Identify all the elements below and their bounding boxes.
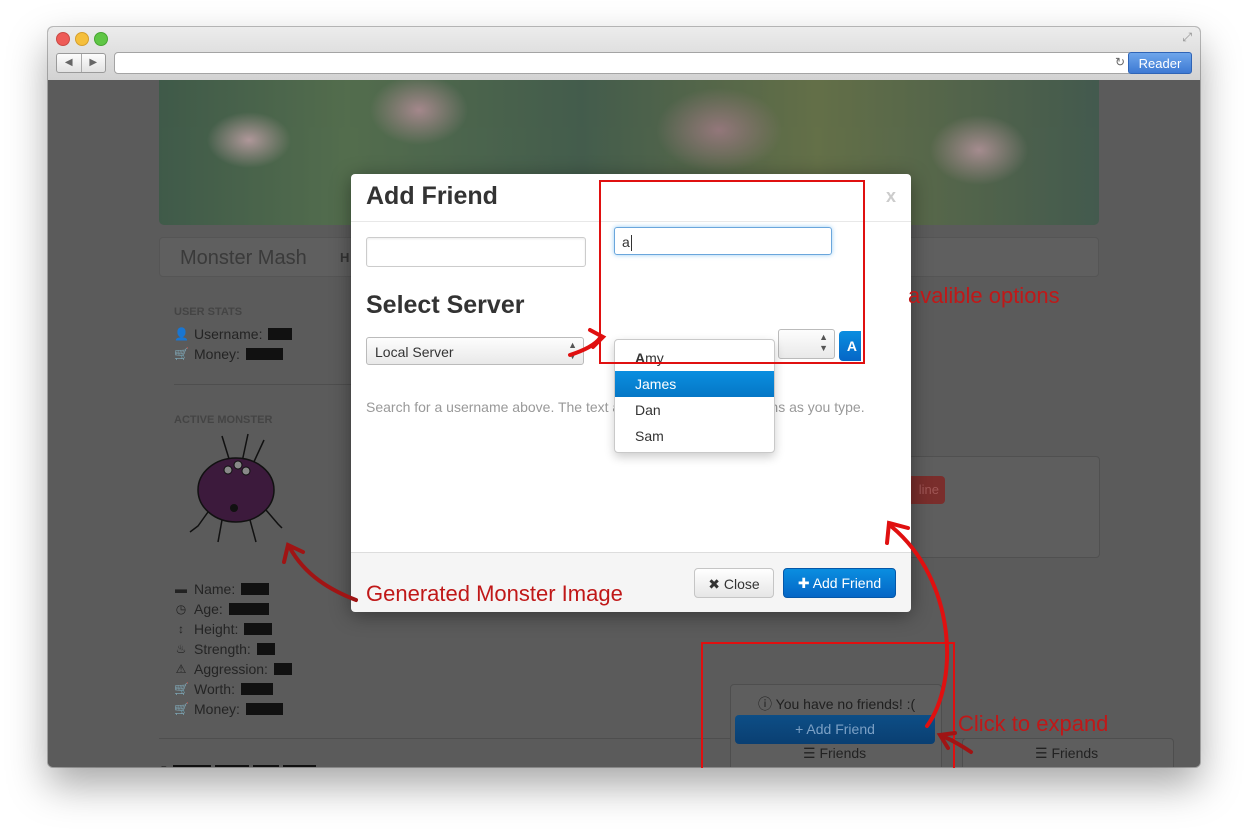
arrow-to-modal (890, 525, 950, 728)
arrow-to-monster (288, 546, 358, 602)
annotation-arrows (282, 328, 973, 754)
